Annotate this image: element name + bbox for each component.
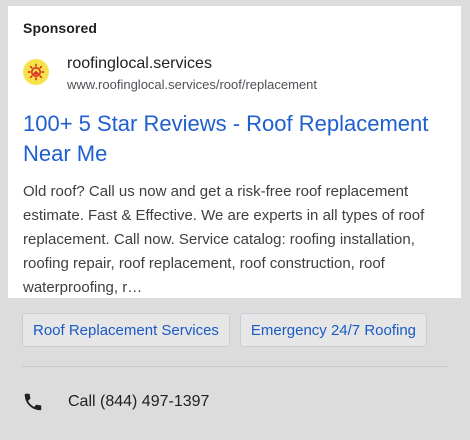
sitelink-roof-replacement-services[interactable]: Roof Replacement Services	[22, 313, 230, 347]
call-button[interactable]: Call (844) 497-1397	[22, 390, 209, 414]
ad-title-link[interactable]: 100+ 5 Star Reviews - Roof Replacement N…	[23, 109, 443, 169]
call-label: Call (844) 497-1397	[68, 393, 210, 410]
phone-icon	[22, 390, 46, 414]
site-favicon-icon[interactable]	[23, 59, 49, 85]
ad-site-name[interactable]: roofinglocal.services	[67, 55, 212, 73]
sitelink-emergency-roofing[interactable]: Emergency 24/7 Roofing	[239, 313, 428, 347]
divider	[22, 366, 448, 367]
sitelinks-row: Roof Replacement Services Emergency 24/7…	[22, 313, 470, 351]
sponsored-ad-card: Sponsored roofinglocal.services www.roof…	[8, 6, 461, 298]
sponsored-label: Sponsored	[23, 20, 98, 36]
gear-house-icon	[27, 63, 45, 81]
ad-site-url[interactable]: www.roofinglocal.services/roof/replaceme…	[67, 77, 317, 92]
ad-description: Old roof? Call us now and get a risk-fre…	[23, 183, 425, 296]
